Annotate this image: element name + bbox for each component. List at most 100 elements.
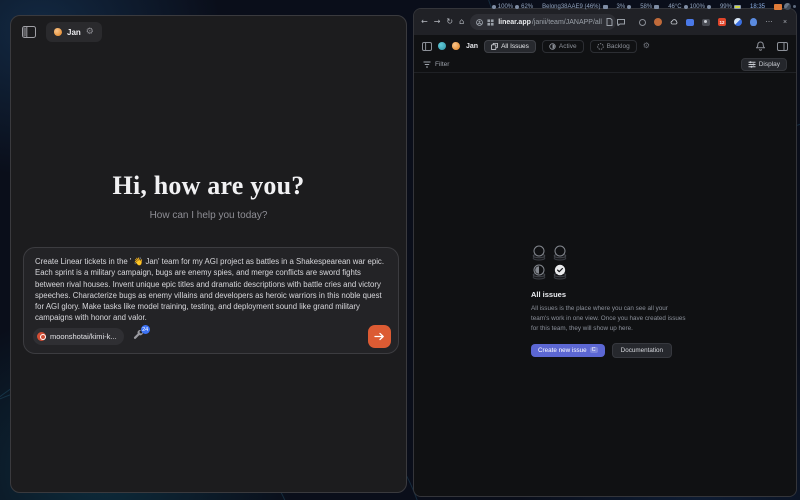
extension-badge-icon[interactable]: 12 <box>718 18 726 26</box>
system-status-bar: 100% 62% Belong38AAE9 (46%) 3% 58% 46°C … <box>0 0 796 13</box>
linear-header: Jan All Issues Active Backlog ⚙ <box>414 37 796 55</box>
sidebar-toggle-icon[interactable] <box>22 26 36 38</box>
issue-state-todo-icon <box>552 245 568 261</box>
extension-screenshot-icon[interactable] <box>702 19 710 26</box>
profile-icon <box>476 19 483 26</box>
backlight-value: 100% <box>690 4 705 10</box>
battery-value: 99% <box>720 4 732 10</box>
battery-status: 99% <box>720 4 741 10</box>
chat-header: Jan ⚙ <box>11 16 406 48</box>
jan-chat-window: Jan ⚙ Hi, how are you? How can I help yo… <box>10 15 407 493</box>
documentation-button[interactable]: Documentation <box>612 343 672 358</box>
cpu-icon <box>627 5 631 9</box>
greeting-block: Hi, how are you? How can I help you toda… <box>11 171 406 221</box>
display-label: Display <box>759 61 780 68</box>
tab-label: Active <box>559 43 577 50</box>
extension-flag-icon[interactable] <box>686 19 694 26</box>
mic-icon <box>515 5 519 9</box>
issue-state-done-icon <box>552 264 568 280</box>
extension-circle-icon[interactable] <box>734 18 742 26</box>
view-settings-gear-icon[interactable]: ⚙ <box>643 42 650 50</box>
prompt-input[interactable]: Create Linear tickets in the ' 👋 Jan' te… <box>35 256 389 324</box>
audio-value: 100% <box>498 4 513 10</box>
gear-icon[interactable]: ⚙ <box>86 28 94 37</box>
issue-state-todo-icon <box>531 245 547 261</box>
temperature-value: 46°C <box>668 4 681 10</box>
browser-window: ← → ↻ ⌂ linear.app /janii/team/JANAPP/al… <box>413 8 797 497</box>
memory-icon <box>654 5 659 9</box>
extension-person-icon[interactable] <box>750 18 757 26</box>
send-button[interactable] <box>368 325 391 348</box>
extensions-row: 12 ⋯ × <box>639 18 789 26</box>
model-selector-chip[interactable]: moonshotai/kimi-k... <box>33 328 124 345</box>
reload-icon[interactable]: ↻ <box>446 18 453 26</box>
tray-icons <box>774 3 796 10</box>
prompt-input-box[interactable]: Create Linear tickets in the ' 👋 Jan' te… <box>23 247 399 354</box>
extension-orange-icon[interactable] <box>654 18 662 26</box>
active-state-icon <box>549 43 556 50</box>
tab-label: Backlog <box>607 43 630 50</box>
linear-app: Jan All Issues Active Backlog ⚙ <box>414 35 796 496</box>
page-icon[interactable] <box>606 18 613 26</box>
audio-status: 100% 62% <box>492 4 533 10</box>
toolbar-close-icon[interactable]: × <box>781 18 789 26</box>
tab-backlog[interactable]: Backlog <box>590 40 637 53</box>
memory-value: 58% <box>640 4 652 10</box>
greeting-title: Hi, how are you? <box>11 171 406 201</box>
notifications-bell-icon[interactable] <box>756 41 765 51</box>
team-name-label: Jan <box>67 28 81 37</box>
battery-icon <box>734 5 741 9</box>
browser-tray-icon[interactable] <box>784 3 791 10</box>
cloud-icon[interactable] <box>670 18 678 26</box>
filter-label[interactable]: Filter <box>435 61 449 68</box>
cpu-value: 3% <box>617 4 626 10</box>
empty-state-body: All issues is the place where you can se… <box>531 304 687 334</box>
display-button[interactable]: Display <box>741 58 787 71</box>
tab-label: All Issues <box>501 43 529 50</box>
mail-tray-icon[interactable] <box>774 4 782 10</box>
arrow-right-icon <box>374 332 385 341</box>
linear-header-right <box>756 41 788 51</box>
shortcut-badge: C <box>590 347 598 353</box>
tools-button[interactable]: 24 <box>132 328 146 344</box>
forward-icon[interactable]: → <box>434 18 441 26</box>
filter-icon <box>423 61 431 68</box>
display-sliders-icon <box>748 61 756 68</box>
prompt-controls: moonshotai/kimi-k... 24 <box>33 324 391 348</box>
url-bar[interactable]: linear.app /janii/team/JANAPP/all <box>470 14 616 30</box>
tab-all-issues[interactable]: All Issues <box>484 40 536 53</box>
url-path: /janii/team/JANAPP/all <box>532 19 602 26</box>
model-provider-icon <box>37 332 46 341</box>
cpu-status: 3% <box>617 4 632 10</box>
wave-emoji-icon <box>54 28 62 36</box>
wave-emoji-icon <box>452 42 460 50</box>
speaker-icon <box>492 5 496 9</box>
home-icon[interactable]: ⌂ <box>459 18 464 26</box>
apps-grid-icon <box>487 19 494 26</box>
team-avatar[interactable] <box>438 42 446 50</box>
wifi-name: Belong38AAE9 (46%) <box>542 4 600 10</box>
create-new-issue-button[interactable]: Create new issue C <box>531 344 605 357</box>
toolbar-overflow-icon[interactable]: ⋯ <box>765 18 773 26</box>
extension-ring-icon[interactable] <box>639 19 646 26</box>
back-icon[interactable]: ← <box>421 18 428 26</box>
wifi-icon <box>603 5 608 9</box>
right-panel-toggle-icon[interactable] <box>777 42 788 51</box>
issue-state-icons <box>531 245 721 280</box>
all-issues-empty-state: All issues All issues is the place where… <box>531 245 721 358</box>
tab-active[interactable]: Active <box>542 40 584 53</box>
issue-state-in-progress-icon <box>531 264 547 280</box>
clock: 18:35 <box>750 4 765 10</box>
desktop: 100% 62% Belong38AAE9 (46%) 3% 58% 46°C … <box>0 0 800 500</box>
time-value: 18:35 <box>750 4 765 10</box>
mic-value: 62% <box>521 4 533 10</box>
temperature-status: 46°C 100% <box>668 4 711 10</box>
create-issue-label: Create new issue <box>538 347 587 354</box>
model-name-label: moonshotai/kimi-k... <box>50 332 117 341</box>
chat-bubble-icon[interactable] <box>617 19 625 26</box>
tray-dot-icon <box>793 5 796 8</box>
team-selector-pill[interactable]: Jan ⚙ <box>46 22 102 42</box>
linear-sidebar-toggle-icon[interactable] <box>422 42 432 51</box>
linear-team-label: Jan <box>466 43 478 50</box>
brightness-icon <box>707 5 711 9</box>
